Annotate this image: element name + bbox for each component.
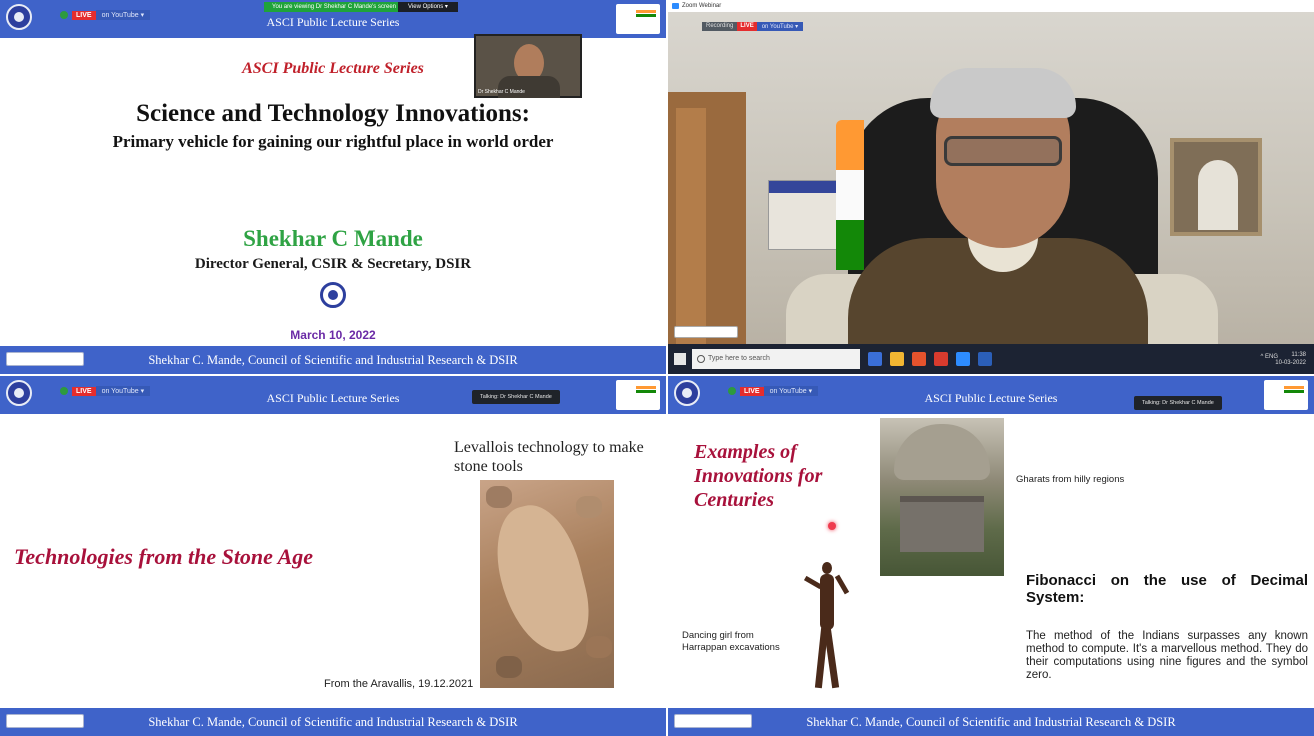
azadi-ka-amrit-mahotsav-logo-icon (1264, 380, 1308, 410)
clock-date: 10-03-2022 (1275, 360, 1306, 366)
slide-heading: Examples of Innovations for Centuries (694, 440, 822, 512)
slide-top-bar: LIVE on YouTube ▾ ASCI Public Lecture Se… (0, 376, 666, 414)
lecture-title: Science and Technology Innovations: (136, 100, 530, 127)
lecture-date: March 10, 2022 (290, 328, 376, 342)
slide-top-bar: LIVE on YouTube ▾ ASCI Public Lecture Se… (668, 376, 1314, 414)
dancing-girl-caption: Dancing girl from Harrappan excavations (682, 630, 780, 653)
viewing-screen-banner: You are viewing Dr Shekhar C Mande's scr… (264, 2, 404, 12)
footer-text: Shekhar C. Mande, Council of Scientific … (806, 715, 1176, 729)
fibonacci-title: Fibonacci on the use of Decimal System: (1026, 572, 1308, 606)
wall-calendar (768, 180, 838, 250)
lecture-subtitle: Primary vehicle for gaining our rightful… (112, 132, 554, 151)
talking-indicator: Talking: Dr Shekhar C Mande (472, 390, 560, 404)
clock-time: 11:38 (1291, 352, 1306, 358)
stone-age-slide-panel: LIVE on YouTube ▾ ASCI Public Lecture Se… (0, 376, 666, 736)
cabinet-door (676, 108, 706, 348)
slide-header-title: ASCI Public Lecture Series (266, 15, 400, 29)
talking-indicator: Talking: Dr Shekhar C Mande (1134, 396, 1222, 410)
word-app-icon[interactable] (978, 352, 992, 366)
fibonacci-quote: The method of the Indians surpasses any … (1026, 630, 1308, 681)
gharat-photo (880, 418, 1004, 576)
live-badge: LIVE (737, 22, 757, 31)
speaker-video-thumbnail[interactable]: Dr Shekhar C Mande (474, 34, 582, 98)
office-icon[interactable] (912, 352, 926, 366)
photo-caption: Levallois technology to make stone tools (454, 439, 644, 475)
video-name-label: Dr Shekhar C Mande (478, 89, 525, 95)
zoom-webinar-panel: Zoom Webinar Recording LIVE on YouTube ▾… (668, 0, 1314, 374)
view-options-button[interactable]: View Options ▾ (398, 2, 458, 12)
speaker-role: Director General, CSIR & Secretary, DSIR (194, 256, 472, 272)
heading-line-1: Examples of (694, 441, 797, 463)
footer-text: Shekhar C. Mande, Council of Scientific … (148, 353, 518, 367)
youtube-label[interactable]: on YouTube ▾ (756, 22, 804, 31)
file-explorer-icon[interactable] (890, 352, 904, 366)
zoom-window-title: Zoom Webinar (668, 0, 1314, 12)
windows-taskbar: Type here to search ^ ENG 11:38 10-03-20… (668, 344, 1314, 374)
zoom-app-icon[interactable] (956, 352, 970, 366)
photo-credit: From the Aravallis, 19.12.2021 (324, 678, 474, 690)
csir-emblem-icon (320, 282, 346, 308)
taskbar-clock[interactable]: 11:38 10-03-2022 (1275, 351, 1306, 367)
laser-pointer-icon (828, 522, 836, 530)
innovations-slide-panel: LIVE on YouTube ▾ ASCI Public Lecture Se… (668, 376, 1314, 736)
meeting-controls-chip[interactable] (674, 326, 738, 338)
heading-line-3: Centuries (694, 489, 775, 511)
levallois-stone-photo (480, 480, 614, 688)
slide-header-title: ASCI Public Lecture Series (266, 391, 400, 405)
gharat-caption: Gharats from hilly regions (1016, 474, 1125, 485)
recording-label: Recording (702, 22, 738, 31)
heading-line-2: Innovations for (694, 465, 823, 487)
azadi-ka-amrit-mahotsav-logo-icon (616, 380, 660, 410)
taskbar-search-input[interactable]: Type here to search (692, 349, 860, 369)
speaker-name: Shekhar C Mande (243, 226, 423, 251)
slide-heading: Technologies from the Stone Age (14, 544, 314, 569)
speaker-hair (930, 68, 1076, 118)
brave-browser-icon[interactable] (934, 352, 948, 366)
slide-footer-bar: Shekhar C. Mande, Council of Scientific … (668, 708, 1314, 736)
slide-top-bar: LIVE on YouTube ▾ You are viewing Dr She… (0, 0, 666, 38)
windows-start-icon[interactable] (674, 353, 686, 365)
task-view-icon[interactable] (868, 352, 882, 366)
azadi-ka-amrit-mahotsav-logo-icon (616, 4, 660, 34)
slide-footer-bar: Shekhar C. Mande, Council of Scientific … (0, 708, 666, 736)
india-flag (836, 120, 864, 270)
slide-footer-bar: Shekhar C. Mande, Council of Scientific … (0, 346, 666, 374)
speaker-glasses (944, 136, 1062, 166)
dancing-girl-figurine-image (796, 562, 856, 690)
recording-youtube-chip[interactable]: Recording LIVE on YouTube ▾ (702, 22, 804, 31)
speaker-video[interactable] (668, 12, 1314, 362)
footer-text: Shekhar C. Mande, Council of Scientific … (148, 715, 518, 729)
title-slide-panel: LIVE on YouTube ▾ You are viewing Dr She… (0, 0, 666, 374)
wall-portrait (1170, 138, 1262, 236)
